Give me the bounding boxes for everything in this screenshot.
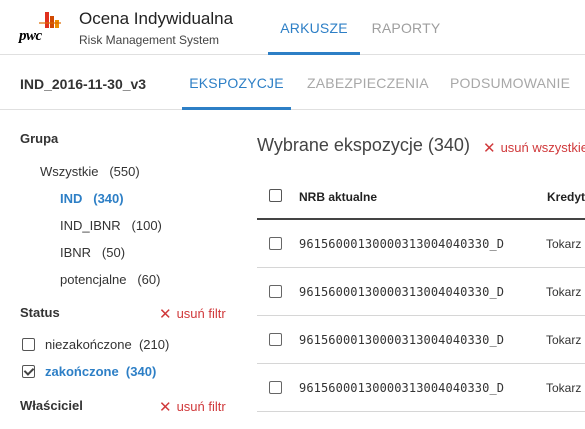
group-section-label: Grupa [20,131,59,146]
table-row[interactable]: 96156000130000313004040330_D Tokarz [257,268,585,316]
group-item-label: potencjalne [60,272,127,287]
status-option-count: (210) [138,337,170,352]
select-all-checkbox[interactable] [269,189,282,202]
table-header-row: NRB aktualne Kredytobiorca [257,173,585,220]
remove-filter-label: usuń filtr [176,399,226,414]
group-item-potencjalne[interactable]: potencjalne (60) [60,272,160,287]
remove-all-filters-button[interactable]: ✕ usuń wszystkie filtry [483,139,585,157]
app-subtitle: Risk Management System [79,33,220,47]
group-item-label: IBNR [60,245,92,260]
close-icon: ✕ [159,399,172,416]
status-remove-filter-button[interactable]: ✕ usuń filtr [159,305,226,323]
group-item-count: (60) [137,272,161,287]
status-option-niezakonczone[interactable]: niezakończone (210) [22,337,169,352]
cell-nrb: 96156000130000313004040330_D [299,285,505,299]
group-item-ibnr[interactable]: IBNR (50) [60,245,125,260]
sheet-subheader: IND_2016-11-30_v3 EKSPOZYCJE ZABEZPIECZE… [0,56,585,110]
tab-ekspozycje[interactable]: EKSPOZYCJE [182,56,291,110]
filter-sidebar: Grupa Wszystkie (550) IND (340) IND_IBNR… [0,111,240,429]
logo-wordmark: pwc [19,28,42,44]
row-checkbox[interactable] [269,237,282,250]
table-row[interactable]: 96156000130000313004040330_D Tokarz [257,316,585,364]
checkbox[interactable] [22,338,35,351]
cell-borrower: Tokarz [546,381,582,395]
status-section-label: Status [20,305,60,320]
cell-nrb: 96156000130000313004040330_D [299,237,505,251]
owner-section-label: Właściciel [20,398,83,413]
group-item-ind[interactable]: IND (340) [60,191,124,206]
row-checkbox[interactable] [269,381,282,394]
group-item-label: IND_IBNR [60,218,121,233]
group-item-label: IND [60,191,83,206]
pwc-logo: pwc [19,12,63,44]
cell-borrower: Tokarz [546,237,582,251]
tab-arkusze[interactable]: ARKUSZE [268,0,360,55]
group-item-count: (50) [101,245,126,260]
group-item-count: (100) [131,218,162,233]
row-checkbox[interactable] [269,333,282,346]
exposures-title: Wybrane ekspozycje (340) [257,135,470,155]
status-option-count: (340) [125,364,157,379]
sheet-name: IND_2016-11-30_v3 [20,76,147,92]
group-item-all[interactable]: Wszystkie (550) [40,164,140,179]
exposures-table: NRB aktualne Kredytobiorca 9615600013000… [257,173,585,412]
table-row[interactable]: 96156000130000313004040330_D Tokarz [257,220,585,268]
owner-remove-filter-button[interactable]: ✕ usuń filtr [159,398,226,416]
status-option-zakonczone[interactable]: zakończone (340) [22,364,156,379]
checkbox-checked[interactable] [22,365,35,378]
column-header-borrower[interactable]: Kredytobiorca [547,190,585,204]
group-item-ind-ibnr[interactable]: IND_IBNR (100) [60,218,162,233]
column-header-nrb[interactable]: NRB aktualne [299,190,377,204]
cell-nrb: 96156000130000313004040330_D [299,381,505,395]
remove-all-filters-label: usuń wszystkie filtry [500,140,585,155]
cell-borrower: Tokarz [546,333,582,347]
exposures-panel: Wybrane ekspozycje (340) ✕ usuń wszystkie… [240,111,585,429]
table-row[interactable]: 96156000130000313004040330_D Tokarz [257,364,585,412]
group-item-label: Wszystkie [40,164,99,179]
status-option-label: niezakończone [45,337,132,352]
app-header: pwc Ocena Indywidualna Risk Management S… [0,0,585,55]
close-icon: ✕ [159,306,172,323]
row-checkbox[interactable] [269,285,282,298]
logo-bars [39,12,61,28]
status-option-label: zakończone [45,364,119,379]
tab-podsumowanie[interactable]: PODSUMOWANIE [450,56,570,109]
cell-nrb: 96156000130000313004040330_D [299,333,505,347]
cell-borrower: Tokarz [546,285,582,299]
group-item-count: (550) [109,164,140,179]
group-item-count: (340) [93,191,124,206]
remove-filter-label: usuń filtr [176,306,226,321]
app-title: Ocena Indywidualna [79,9,234,28]
close-icon: ✕ [483,140,496,157]
tab-zabezpieczenia[interactable]: ZABEZPIECZENIA [307,56,429,109]
tab-raporty[interactable]: RAPORTY [366,0,446,55]
